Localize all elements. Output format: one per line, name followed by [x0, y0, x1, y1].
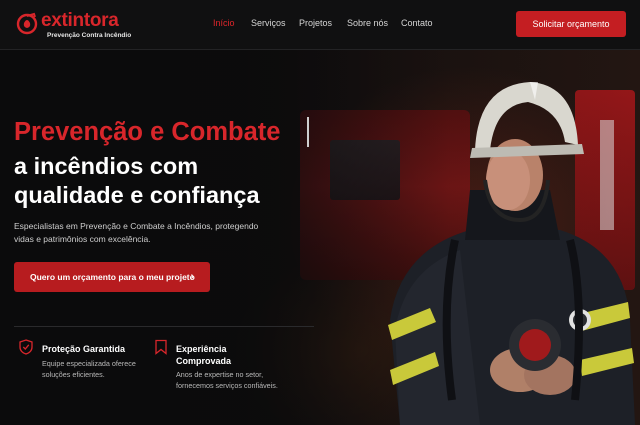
feature-title-protecao: Proteção Garantida — [42, 344, 126, 354]
feature-desc-experiencia: Anos de expertise no setor, fornecemos s… — [176, 369, 278, 391]
feature-desc-protecao-line-2: soluções eficientes. — [42, 370, 105, 379]
firefighter-image — [388, 82, 635, 425]
chevron-right-icon: › — [190, 271, 194, 282]
brand-tagline: Prevenção Contra Incêndio — [47, 32, 132, 39]
feature-desc-experiencia-line-2: fornecemos serviços confiáveis. — [176, 381, 278, 390]
nav-item-projetos[interactable]: Projetos — [299, 18, 332, 28]
brand-logo[interactable]: extintora Prevenção Contra Incêndio — [16, 10, 131, 40]
hero-quote-button[interactable]: Quero um orçamento para o meu projeto › — [14, 262, 210, 292]
site-header: extintora Prevenção Contra Incêndio Iníc… — [0, 0, 640, 50]
hero-title: a incêndios com qualidade e confiança — [14, 152, 260, 210]
hero-title-line-2: a incêndios com — [14, 153, 199, 179]
bookmark-icon — [155, 339, 167, 355]
shield-check-icon — [19, 339, 33, 355]
fire-extinguisher-logo-icon — [16, 12, 38, 35]
typing-caret — [307, 117, 309, 147]
hero-subtitle: Especialistas em Prevenção e Combate a I… — [14, 221, 259, 244]
feature-desc-protecao-line-1: Equipe especializada oferece — [42, 359, 136, 368]
feature-title-experiencia-line-1: Experiência — [176, 344, 227, 354]
section-divider — [14, 326, 314, 327]
request-quote-button[interactable]: Solicitar orçamento — [516, 11, 626, 37]
feature-title-experiencia: Experiência Comprovada — [176, 343, 231, 367]
brand-name: extintora — [41, 10, 119, 31]
hero-quote-button-label: Quero um orçamento para o meu projeto — [30, 272, 195, 282]
feature-desc-protecao: Equipe especializada oferece soluções ef… — [42, 358, 136, 380]
feature-title-experiencia-line-2: Comprovada — [176, 356, 232, 366]
nav-item-inicio[interactable]: Início — [213, 18, 235, 28]
nav-item-sobre-nos[interactable]: Sobre nós — [347, 18, 388, 28]
hero-title-line-3: qualidade e confiança — [14, 182, 260, 208]
hero-title-highlight: Prevenção e Combate — [14, 118, 281, 146]
feature-desc-experiencia-line-1: Anos de expertise no setor, — [176, 370, 264, 379]
nav-item-contato[interactable]: Contato — [401, 18, 433, 28]
nav-item-servicos[interactable]: Serviços — [251, 18, 286, 28]
